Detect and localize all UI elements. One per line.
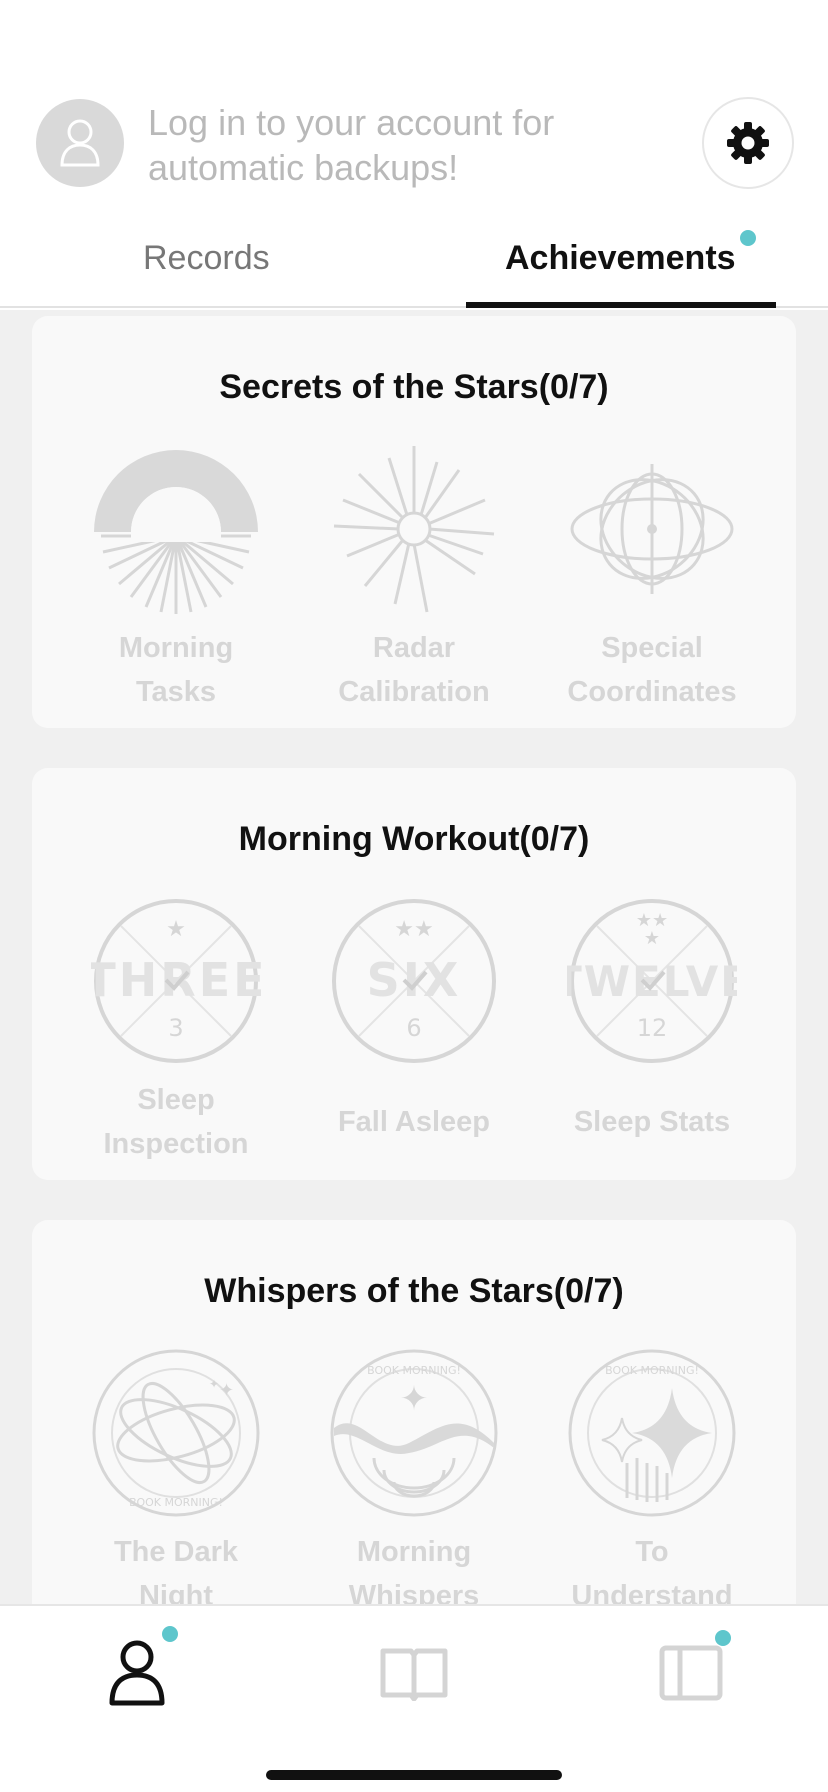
badge-label: Radar Calibration [338, 632, 490, 708]
badge-label: Sleep Inspection [103, 1084, 249, 1160]
nav-book-button[interactable] [369, 1628, 459, 1718]
svg-text:✦: ✦ [219, 1380, 234, 1401]
achievement-badge[interactable]: Morning Tasks [86, 444, 266, 714]
section-title: Morning Workout(0/7) [238, 820, 590, 858]
svg-text:★★: ★★ [394, 917, 433, 942]
svg-text:6: 6 [406, 1014, 421, 1042]
svg-text:✦: ✦ [400, 1379, 429, 1419]
svg-text:✦: ✦ [209, 1377, 219, 1391]
svg-text:THREE: THREE [91, 953, 261, 1007]
panel-icon [659, 1645, 723, 1701]
orbit-badge-icon [570, 464, 734, 594]
notification-dot [162, 1626, 178, 1642]
bottom-navigation [0, 1604, 828, 1792]
achievement-section-card: Secrets of the Stars(0/7) Morning Tasks … [32, 316, 796, 728]
svg-text:BOOK MORNING!: BOOK MORNING! [605, 1364, 699, 1377]
achievement-badge[interactable]: ★ THREE 3 Sleep Inspection [86, 896, 266, 1166]
tab-bar: Records Achievements [0, 222, 828, 308]
achievement-badge[interactable]: ✦ ✦ BOOK MORNING! The Dark Night [86, 1348, 266, 1604]
achievement-badge[interactable]: BOOK MORNING! To Understand the Stars [562, 1348, 742, 1604]
tab-achievements[interactable]: Achievements [505, 238, 736, 278]
section-title: Whispers of the Stars(0/7) [204, 1272, 624, 1310]
svg-text:SIX: SIX [367, 953, 462, 1007]
achievement-badge[interactable]: ★★ SIX 6 Fall Asleep [324, 896, 504, 1144]
badge-label: Special Coordinates [567, 632, 737, 708]
achievement-badge[interactable]: ★★ ★ TWELVE 12 Sleep Stats [562, 896, 742, 1144]
svg-text:3: 3 [168, 1014, 183, 1042]
badge-label: Morning Tasks [118, 632, 234, 708]
dark-night-badge-icon: ✦ ✦ BOOK MORNING! [92, 1349, 260, 1517]
svg-text:★: ★ [166, 917, 186, 942]
achievement-badge[interactable]: Radar Calibration [324, 444, 504, 714]
sparkle-badge-icon: BOOK MORNING! [568, 1349, 736, 1517]
book-icon [380, 1648, 448, 1701]
profile-icon [109, 1640, 165, 1706]
twelve-stamp-icon: ★★ ★ TWELVE 12 [567, 899, 737, 1063]
section-title: Secrets of the Stars(0/7) [219, 368, 609, 406]
login-prompt[interactable]: Log in to your account for automatic bac… [148, 100, 608, 190]
badge-label: Fall Asleep [337, 1106, 491, 1138]
achievements-list[interactable]: Secrets of the Stars(0/7) Morning Tasks … [0, 310, 828, 1604]
three-stamp-icon: ★ THREE 3 [91, 899, 261, 1063]
notification-dot [740, 230, 756, 246]
notification-dot [715, 1630, 731, 1646]
achievement-section-card: Morning Workout(0/7) ★ THREE 3 Sleep Ins… [32, 768, 796, 1180]
svg-text:TWELVE: TWELVE [567, 957, 737, 1006]
starburst-badge-icon [333, 446, 495, 613]
achievement-badge[interactable]: BOOK MORNING! ✦ Morning Whispers [324, 1348, 504, 1604]
avatar[interactable] [36, 99, 124, 187]
svg-text:★: ★ [644, 928, 660, 949]
badge-label: Sleep Stats [573, 1106, 731, 1138]
badge-label: Morning Whispers [348, 1536, 480, 1604]
badge-label: To Understand the Stars [571, 1536, 733, 1604]
svg-text:12: 12 [637, 1014, 668, 1042]
profile-header: Log in to your account for automatic bac… [0, 0, 828, 310]
badge-label: The Dark Night [113, 1536, 239, 1604]
svg-text:BOOK MORNING!: BOOK MORNING! [367, 1364, 461, 1377]
sunrise-badge-icon [94, 450, 258, 614]
achievement-section-card: Whispers of the Stars(0/7) ✦ ✦ BOOK MORN… [32, 1220, 796, 1604]
svg-text:BOOK MORNING!: BOOK MORNING! [129, 1496, 223, 1509]
tab-records[interactable]: Records [143, 238, 270, 278]
home-indicator [266, 1770, 562, 1780]
active-tab-indicator [466, 302, 776, 308]
gear-icon [727, 122, 769, 164]
achievement-badge[interactable]: Special Coordinates [562, 444, 742, 714]
six-stamp-icon: ★★ SIX 6 [332, 899, 496, 1063]
user-silhouette-icon [60, 119, 100, 167]
settings-button[interactable] [702, 97, 794, 189]
waves-badge-icon: BOOK MORNING! ✦ [330, 1349, 498, 1517]
